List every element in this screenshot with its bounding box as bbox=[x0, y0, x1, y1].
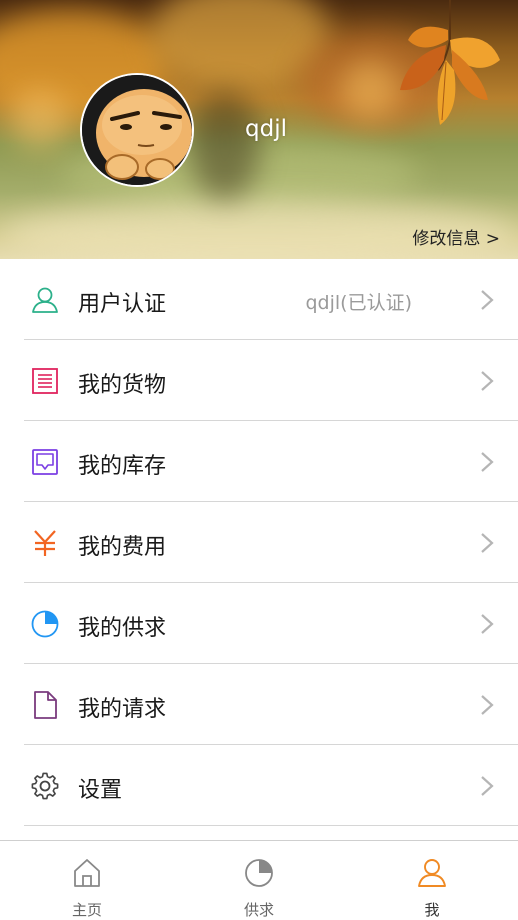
tab-me[interactable]: 我 bbox=[372, 841, 492, 920]
profile-header: qdjl 修改信息 > bbox=[0, 0, 518, 259]
menu-item-my-goods[interactable]: 我的货物 bbox=[0, 340, 518, 421]
menu-item-label: 我的供求 bbox=[78, 616, 167, 641]
chevron-right-icon bbox=[481, 776, 494, 796]
chevron-right-icon bbox=[481, 371, 494, 391]
inbox-icon bbox=[32, 449, 58, 475]
home-icon bbox=[74, 859, 100, 887]
menu-item-my-expenses[interactable]: 我的费用 bbox=[0, 502, 518, 583]
chevron-right-icon bbox=[481, 290, 494, 310]
avatar[interactable] bbox=[80, 73, 194, 187]
chevron-right-icon bbox=[481, 452, 494, 472]
menu-item-settings[interactable]: 设置 bbox=[0, 745, 518, 826]
tab-label: 供求 bbox=[243, 901, 274, 919]
autumn-leaves-decoration bbox=[400, 0, 500, 125]
menu-item-label: 我的货物 bbox=[78, 373, 167, 398]
tab-home[interactable]: 主页 bbox=[27, 841, 147, 920]
chevron-right-icon bbox=[481, 695, 494, 715]
menu-item-label: 我的库存 bbox=[78, 454, 167, 479]
pie-icon bbox=[245, 859, 273, 887]
chevron-right-icon bbox=[481, 533, 494, 553]
menu-item-label: 我的费用 bbox=[78, 535, 167, 560]
menu-item-user-verification[interactable]: 用户认证 qdjl(已认证) bbox=[0, 259, 518, 340]
user-icon bbox=[32, 287, 58, 313]
avatar-cartoon-face-icon bbox=[82, 75, 192, 185]
menu-list: 用户认证 qdjl(已认证) 我的货物 我的库存 我的费用 我的供求 我的请求 … bbox=[0, 259, 518, 826]
list-icon bbox=[32, 368, 58, 394]
menu-item-label: 用户认证 bbox=[78, 292, 167, 317]
yen-icon bbox=[34, 530, 56, 556]
chevron-right-icon bbox=[481, 614, 494, 634]
menu-item-label: 我的请求 bbox=[78, 697, 167, 722]
tab-supply-demand[interactable]: 供求 bbox=[199, 841, 319, 920]
menu-item-my-supply-demand[interactable]: 我的供求 bbox=[0, 583, 518, 664]
menu-item-label: 设置 bbox=[78, 778, 123, 803]
verification-status: qdjl(已认证) bbox=[305, 292, 412, 314]
bottom-tab-bar: 主页 供求 我 bbox=[0, 840, 518, 920]
username: qdjl bbox=[245, 116, 287, 142]
tab-label: 主页 bbox=[71, 901, 102, 919]
menu-item-my-requests[interactable]: 我的请求 bbox=[0, 664, 518, 745]
menu-item-my-inventory[interactable]: 我的库存 bbox=[0, 421, 518, 502]
user-icon bbox=[418, 859, 446, 887]
pie-icon bbox=[31, 610, 59, 638]
background-blur bbox=[190, 90, 260, 200]
document-icon bbox=[34, 691, 57, 719]
tab-label: 我 bbox=[424, 901, 440, 919]
background-blur bbox=[10, 90, 70, 150]
gear-icon bbox=[31, 772, 59, 800]
edit-info-link[interactable]: 修改信息 > bbox=[412, 224, 500, 249]
